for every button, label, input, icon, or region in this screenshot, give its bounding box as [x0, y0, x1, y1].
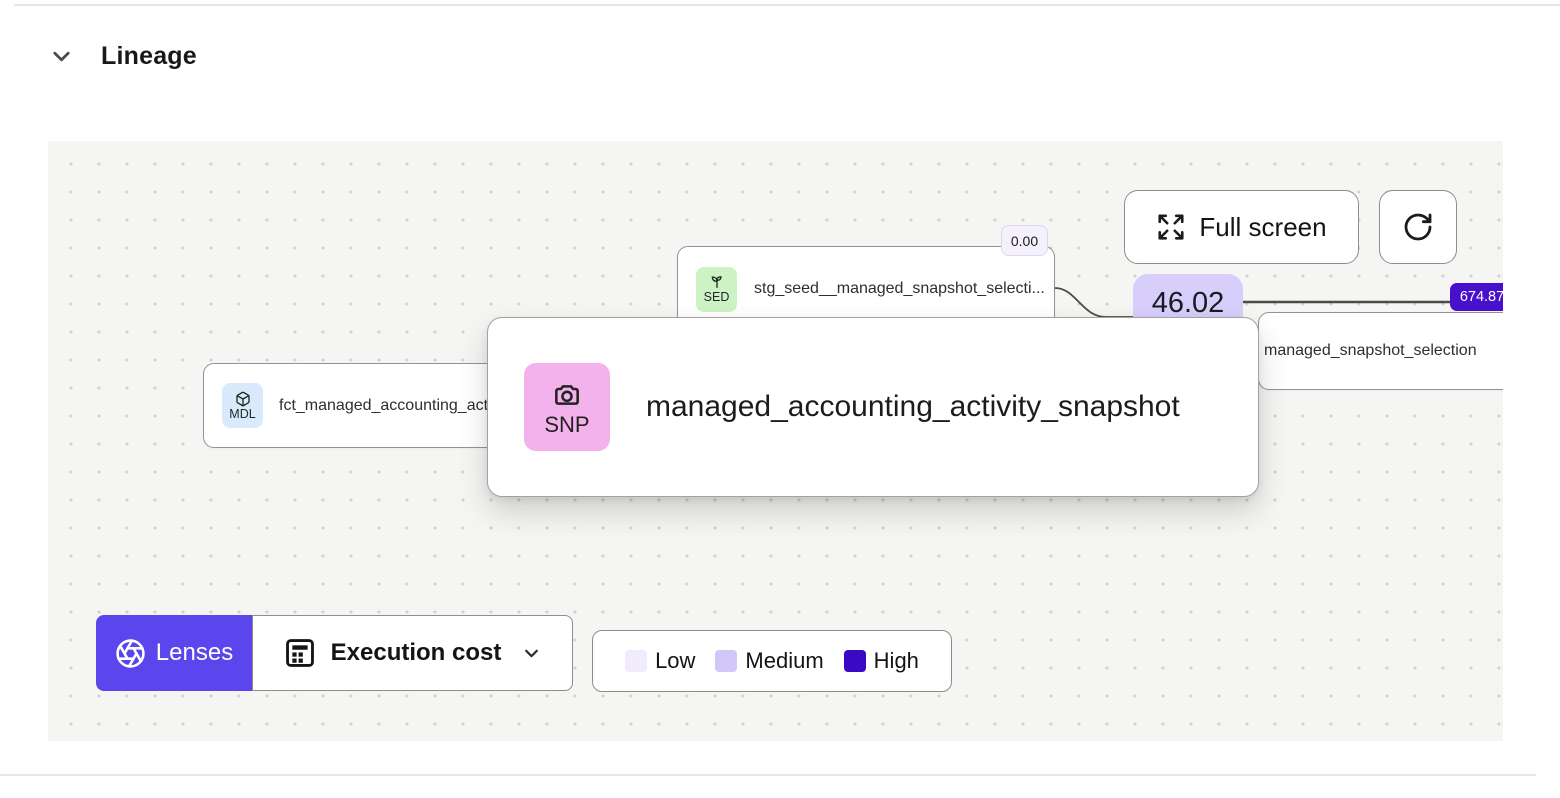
legend-item-medium: Medium — [715, 648, 824, 674]
cube-icon — [235, 391, 250, 407]
legend-item-high: High — [843, 648, 919, 674]
node-type-code: SED — [703, 290, 730, 305]
calculator-icon — [285, 639, 314, 667]
legend-label: Medium — [745, 648, 824, 673]
lenses-button[interactable]: Lenses — [96, 615, 252, 691]
refresh-button[interactable] — [1379, 190, 1457, 264]
legend-label: High — [873, 648, 919, 673]
node-managed-accounting-activity-snapshot[interactable]: SNP managed_accounting_activity_snapshot — [487, 317, 1259, 497]
aperture-icon — [116, 638, 145, 668]
node-label: stg_seed__managed_snapshot_selecti... — [754, 280, 1045, 297]
page-title: Lineage — [101, 42, 197, 70]
node-type-badge-model: MDL — [222, 383, 263, 428]
node-type-code: SNP — [544, 411, 590, 437]
legend-swatch-low — [625, 650, 648, 672]
edge-cost-badge-high: 674.87 — [1450, 283, 1503, 311]
node-managed-snapshot-selection[interactable]: managed_snapshot_selection — [1258, 312, 1503, 390]
lens-selector-label: Execution cost — [330, 639, 502, 666]
lenses-label: Lenses — [155, 639, 234, 666]
legend-swatch-high — [843, 650, 866, 672]
lineage-header: Lineage — [48, 42, 197, 71]
refresh-icon — [1404, 213, 1432, 241]
edge-cost-badge-low: 0.00 — [1001, 225, 1048, 256]
node-label: managed_snapshot_selection — [1264, 342, 1477, 359]
legend-label: Low — [655, 648, 696, 673]
chevron-down-icon — [525, 649, 539, 657]
node-type-badge-snapshot: SNP — [524, 363, 610, 451]
legend-item-low: Low — [625, 648, 695, 674]
lineage-page: Lineage SED stg_seed__managed_snapshot_s… — [0, 0, 1560, 798]
node-label: managed_accounting_activity_snapshot — [646, 390, 1180, 423]
lens-selector-dropdown[interactable]: Execution cost — [252, 615, 573, 691]
node-label: fct_managed_accounting_act — [279, 396, 489, 414]
legend-swatch-medium — [715, 650, 738, 672]
chevron-down-icon[interactable] — [48, 43, 75, 70]
full-screen-label: Full screen — [1199, 211, 1327, 242]
bottom-divider — [0, 774, 1536, 776]
cost-legend: Low Medium High — [592, 630, 952, 692]
camera-icon — [555, 384, 579, 405]
node-type-badge-seed: SED — [696, 266, 737, 312]
lenses-toolbar: Lenses Execution cost — [96, 615, 573, 691]
top-divider — [14, 4, 1560, 6]
node-type-code: MDL — [229, 406, 256, 421]
full-screen-button[interactable]: Full screen — [1124, 190, 1359, 264]
lineage-canvas[interactable]: SED stg_seed__managed_snapshot_selecti..… — [48, 141, 1503, 741]
seedling-icon — [711, 276, 722, 289]
expand-icon — [1158, 214, 1184, 240]
